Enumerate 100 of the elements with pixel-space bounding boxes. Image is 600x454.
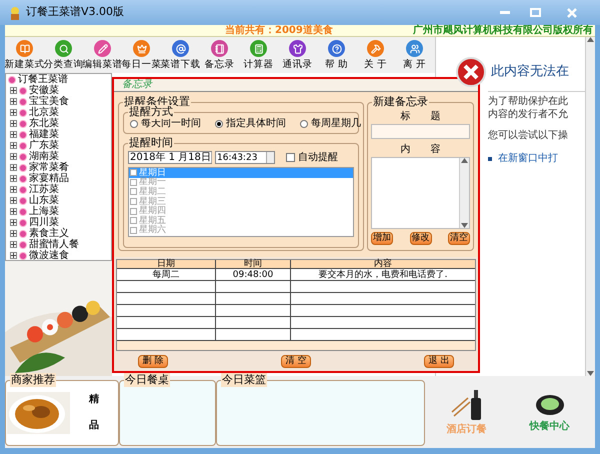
pencil-icon [94,40,111,57]
title-input[interactable] [371,124,470,139]
scrollbar[interactable] [585,37,595,376]
at-sign-icon [172,40,189,57]
bowl-icon [534,393,564,417]
radio-button[interactable] [215,120,223,128]
scrollbar[interactable] [459,158,469,228]
expand-icon[interactable] [10,109,17,116]
expand-icon[interactable] [10,87,17,94]
help-icon [328,40,345,57]
shirt-icon [289,40,306,57]
checkbox[interactable] [130,188,137,196]
notebook-icon [211,40,228,57]
radio-option[interactable]: 指定具体时间 [215,118,286,130]
toolbar-button[interactable]: 菜谱下载 [161,37,200,73]
expand-icon[interactable] [10,175,17,182]
action-button[interactable]: 修改 [410,232,432,245]
tree-item[interactable]: 家常菜肴 [8,162,111,173]
checkbox[interactable] [130,169,137,176]
toolbar-button[interactable]: 通讯录 [278,37,317,73]
radio-button[interactable] [300,120,308,128]
expand-icon[interactable] [10,153,17,160]
table-cell: 每周二 [117,269,216,280]
expand-icon[interactable] [10,98,17,105]
checkbox[interactable] [286,153,295,162]
tree-item[interactable]: 北京菜 [8,107,111,118]
expand-icon[interactable] [10,219,17,226]
action-button[interactable]: 清 空 [281,354,311,368]
crown-icon [133,40,150,57]
tree-item[interactable]: 素食主义 [8,228,111,239]
checkbox[interactable] [130,217,137,224]
down-arrow-icon[interactable] [461,223,468,228]
table-cell: 09:48:00 [216,269,291,280]
expand-icon[interactable] [10,241,17,248]
column-header: 时间 [216,260,291,268]
group-title: 今日菜篮 [221,373,267,387]
action-button[interactable]: 删 除 [138,354,168,368]
checkbox[interactable] [130,208,137,215]
toolbar-button[interactable]: 分类查询 [44,37,83,73]
expand-icon[interactable] [10,197,17,204]
checkbox[interactable] [130,198,137,206]
toolbar-button[interactable]: 帮 助 [317,37,356,73]
tree-item[interactable]: 微波速食 [8,250,111,260]
expand-icon[interactable] [10,186,17,193]
checkbox[interactable] [130,226,137,234]
up-arrow-icon[interactable] [587,37,594,42]
tree-item[interactable]: 家宴精品 [8,173,111,184]
action-button[interactable]: 清空 [448,232,470,245]
toolbar-button[interactable]: 计算器 [239,37,278,73]
group-title: 商家推荐 [10,373,56,387]
dish-count: 当前共有：2009道美食 [225,24,333,36]
toolbar-button[interactable]: 备忘录 [200,37,239,73]
checkbox[interactable] [130,178,137,186]
maximize-icon [530,8,540,17]
expand-icon[interactable] [10,142,17,149]
tree-item[interactable]: 山东菜 [8,195,111,206]
group-title: 新建备忘录 [372,95,429,109]
toolbar-button[interactable]: 编辑菜谱 [83,37,122,73]
expand-icon[interactable] [10,208,17,215]
tree-item[interactable]: 四川菜 [8,217,111,228]
open-window-link[interactable]: 在新窗口中打 [498,152,558,165]
column-header: 内容 [373,260,393,268]
toolbar-button[interactable]: 离 开 [395,37,434,73]
time-picker[interactable]: 16:43:23 [215,151,275,164]
tree-item[interactable]: 东北菜 [8,118,111,129]
expand-icon[interactable] [10,230,17,237]
error-text: 为了帮助保护在此 [488,95,569,108]
tree-item[interactable]: 宝宝美食 [8,96,111,107]
date-picker[interactable]: 2018年 1 月18日 [128,151,212,164]
toolbar-button[interactable]: 新建菜式 [5,37,44,73]
expand-icon[interactable] [10,164,17,171]
up-arrow-icon[interactable] [461,158,468,163]
radio-option[interactable]: 每周星期几 [300,118,361,130]
expand-icon[interactable] [10,131,17,138]
tree-item[interactable]: 上海菜 [8,206,111,217]
window-title: 订餐王菜谱V3.00版 [26,4,124,20]
close-icon [567,8,577,18]
tree-item[interactable]: 甜蜜情人餐 [8,239,111,250]
tree-item[interactable]: 湖南菜 [8,151,111,162]
book-icon [16,40,33,57]
error-heading: 此内容无法在 [491,64,569,80]
tree-item[interactable]: 安徽菜 [8,85,111,96]
tree-item[interactable]: 江苏菜 [8,184,111,195]
chopsticks-bottle-icon [450,390,484,420]
down-arrow-icon[interactable] [587,371,594,376]
action-button[interactable]: 增加 [371,232,393,245]
expand-icon[interactable] [10,252,17,259]
radio-button[interactable] [130,120,138,128]
content-label: 内 容 [400,144,442,156]
tree-item[interactable]: 广东菜 [8,140,111,151]
tree-item[interactable]: 福建菜 [8,129,111,140]
toolbar-button[interactable]: 每日一菜 [122,37,161,73]
column-header: 日期 [117,260,216,268]
copyright-text: 广州市飓风计算机科技有限公司版权所有 [413,24,593,36]
error-icon [456,57,486,87]
auto-remind-checkbox[interactable]: 自动提醒 [286,152,338,164]
recommend-tag: 品 [89,420,99,432]
expand-icon[interactable] [10,120,17,127]
toolbar-button[interactable]: 关 于 [356,37,395,73]
action-button[interactable]: 退 出 [424,354,454,368]
